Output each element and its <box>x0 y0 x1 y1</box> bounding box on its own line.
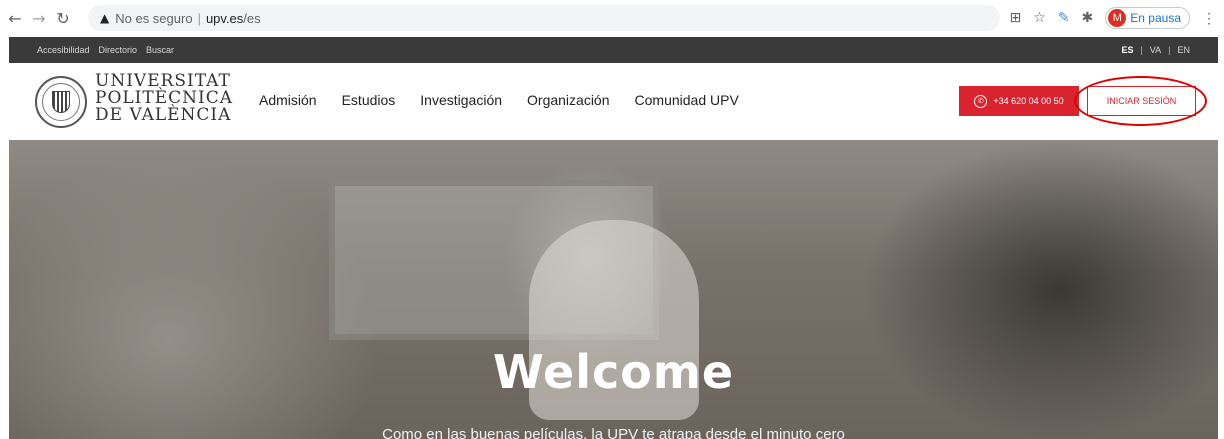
link-directorio[interactable]: Directorio <box>99 45 138 55</box>
lang-en[interactable]: EN <box>1177 45 1190 55</box>
lang-divider: | <box>1168 45 1171 55</box>
language-switcher: ES | VA | EN <box>1121 45 1190 55</box>
shield-icon <box>52 91 70 113</box>
browser-toolbar: ← → ↻ ▲ No es seguro | upv.es/es ⊞ ☆ ✎ ✱… <box>0 0 1224 36</box>
nav-investigacion[interactable]: Investigación <box>420 92 502 108</box>
phone-number: +34 620 04 00 50 <box>993 96 1064 106</box>
whatsapp-icon: ✆ <box>974 94 988 108</box>
puzzle-icon[interactable]: ✱ <box>1082 10 1094 26</box>
url-host: upv.es <box>205 10 244 26</box>
link-accesibilidad[interactable]: Accesibilidad <box>37 45 90 55</box>
avatar: M <box>1108 9 1127 27</box>
lang-es[interactable]: ES <box>1121 45 1133 55</box>
forward-icon[interactable]: → <box>28 7 50 29</box>
whatsapp-phone-button[interactable]: ✆ +34 620 04 00 50 <box>959 86 1079 116</box>
lang-va[interactable]: VA <box>1150 45 1161 55</box>
site-header: UNIVERSITAT POLITÈCNICA DE VALÈNCIA Admi… <box>9 63 1218 140</box>
grid-icon[interactable]: ⊞ <box>1010 10 1022 26</box>
seal-ring <box>42 83 80 121</box>
pen-icon[interactable]: ✎ <box>1058 10 1070 26</box>
hero-subtitle: Como en las buenas películas, la UPV te … <box>382 426 845 439</box>
nav-admision[interactable]: Admisión <box>259 92 317 108</box>
profile-button[interactable]: M En pausa <box>1105 7 1190 29</box>
utility-links: Accesibilidad Directorio Buscar <box>37 45 174 55</box>
hero-banner: Welcome Como en las buenas películas, la… <box>9 140 1218 439</box>
reload-icon[interactable]: ↻ <box>52 7 74 29</box>
university-wordmark[interactable]: UNIVERSITAT POLITÈCNICA DE VALÈNCIA <box>95 73 233 124</box>
utility-bar: Accesibilidad Directorio Buscar ES | VA … <box>9 37 1218 63</box>
url-separator: | <box>197 10 201 26</box>
security-label: No es seguro <box>115 10 193 26</box>
menu-icon[interactable]: ⋮ <box>1202 10 1216 27</box>
url-path: /es <box>243 10 261 26</box>
back-icon[interactable]: ← <box>4 7 26 29</box>
annotation-circle <box>1074 76 1207 126</box>
nav-estudios[interactable]: Estudios <box>342 92 396 108</box>
main-nav: Admisión Estudios Investigación Organiza… <box>259 92 739 108</box>
address-bar[interactable]: ▲ No es seguro | upv.es/es <box>88 5 1000 31</box>
lang-divider: | <box>1140 45 1143 55</box>
wordmark-line: DE VALÈNCIA <box>95 105 232 125</box>
nav-comunidad-upv[interactable]: Comunidad UPV <box>635 92 739 108</box>
warning-icon: ▲ <box>100 11 110 25</box>
profile-status: En pausa <box>1130 11 1181 25</box>
link-buscar[interactable]: Buscar <box>146 45 174 55</box>
university-seal-logo[interactable] <box>35 76 87 128</box>
nav-organizacion[interactable]: Organización <box>527 92 610 108</box>
browser-actions: ⊞ ☆ ✎ ✱ M En pausa ⋮ <box>1010 5 1224 31</box>
star-icon[interactable]: ☆ <box>1033 10 1046 26</box>
hero-title: Welcome <box>492 345 735 399</box>
